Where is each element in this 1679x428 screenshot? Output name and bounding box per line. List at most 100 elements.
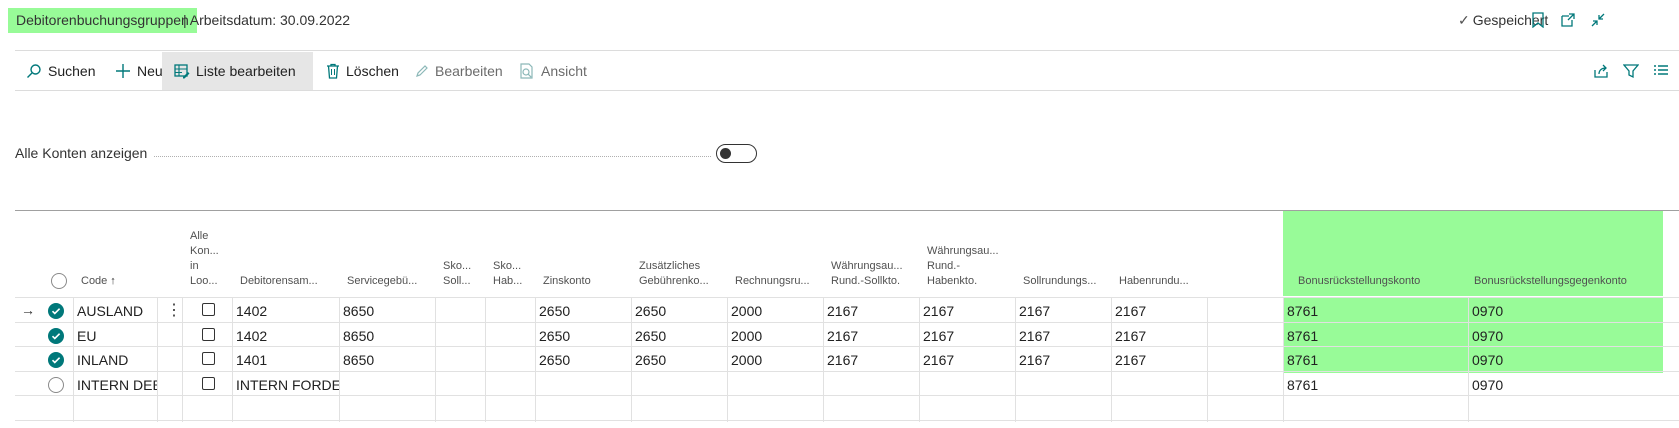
cell-additional-fee[interactable]: 2650 [631,322,727,349]
cell-bonus[interactable]: 8761 [1283,371,1468,398]
collapse-icon[interactable] [1588,10,1608,30]
column-header-currency-debit[interactable]: Währungsau... Rund.-Sollkto. [823,211,919,296]
table-row[interactable]: INTERN DEB INTERN FORDE... 87610970 [15,370,1679,398]
cell-bonus-contra[interactable]: 0970 [1468,371,1663,398]
column-header-discount-debit[interactable]: Sko... Soll... [435,211,485,296]
cell-service[interactable]: 8650 [339,298,435,324]
bookmark-icon[interactable] [1528,10,1548,30]
edit-list-button[interactable]: Liste bearbeiten [162,52,313,90]
cell-bonus[interactable]: 8761 [1283,347,1468,373]
cell-debit-rounding[interactable] [1015,371,1111,398]
cell-additional-fee[interactable] [631,396,727,422]
cell-disc-debit[interactable] [435,396,485,422]
column-header-bonus-contra[interactable]: Bonusrückstellungsgegenkonto [1468,211,1663,296]
column-header-invoice-rounding[interactable]: Rechnungsru... [727,211,823,296]
share-button[interactable] [1593,52,1609,90]
cell-receivables[interactable]: INTERN FORDE... [232,371,339,398]
cell-bonus-contra[interactable] [1468,396,1663,422]
cell-disc-credit[interactable] [485,396,535,422]
row-actions-cell[interactable] [157,347,182,373]
row-actions-cell[interactable] [157,371,182,398]
cell-curr-debit[interactable] [823,371,919,398]
cell-disc-credit[interactable] [485,322,535,349]
cell-bonus[interactable]: 8761 [1283,298,1468,324]
cell-service[interactable] [339,396,435,422]
new-button[interactable]: Neu [115,52,163,90]
cell-additional-fee[interactable]: 2650 [631,347,727,373]
filter-button[interactable] [1623,52,1639,90]
cell-additional-fee[interactable]: 2650 [631,298,727,324]
column-header-debit-rounding[interactable]: Sollrundungs... [1015,211,1111,296]
cell-receivables[interactable] [232,396,339,422]
cell-additional-fee[interactable] [631,371,727,398]
show-all-accounts-toggle[interactable] [716,144,757,163]
cell-credit-rounding[interactable] [1111,371,1207,398]
cell-credit-rounding[interactable] [1111,396,1207,422]
delete-button[interactable]: Löschen [326,52,399,90]
all-accounts-checkbox[interactable] [202,376,215,390]
column-header-interest[interactable]: Zinskonto [535,211,631,296]
more-options-icon[interactable]: ⋮ [166,298,182,324]
select-all-radio[interactable] [51,273,67,289]
column-header-all-accounts[interactable]: Alle Kon... in Loo... [182,211,232,296]
table-row[interactable]: → AUSLAND ⋮ 1402 8650 2650 2650 2000 2167 2167 216… [15,297,1679,324]
cell-curr-debit[interactable]: 2167 [823,322,919,349]
row-actions-cell[interactable] [157,322,182,349]
cell-bonus-contra[interactable]: 0970 [1468,322,1663,349]
row-select-radio[interactable] [48,327,64,344]
cell-credit-rounding[interactable]: 2167 [1111,298,1207,324]
cell-debit-rounding[interactable] [1015,396,1111,422]
table-row[interactable]: INLAND 1401 8650 2650 2650 2000 2167 2167 2167 21… [15,346,1679,373]
cell-receivables[interactable]: 1402 [232,322,339,349]
cell-curr-credit[interactable]: 2167 [919,347,1015,373]
cell-interest[interactable] [535,371,631,398]
all-accounts-checkbox[interactable] [202,303,215,316]
cell-code[interactable]: EU [73,322,157,349]
cell-debit-rounding[interactable]: 2167 [1015,347,1111,373]
cell-receivables[interactable]: 1401 [232,347,339,373]
cell-disc-credit[interactable] [485,371,535,398]
column-header-currency-credit[interactable]: Währungsau... Rund.- Habenkto. [919,211,1015,296]
view-button[interactable]: Ansicht [519,52,587,90]
cell-code[interactable] [73,396,157,422]
search-button[interactable]: Suchen [26,52,95,90]
cell-service[interactable]: 8650 [339,347,435,373]
cell-interest[interactable] [535,396,631,422]
cell-bonus[interactable]: 8761 [1283,322,1468,349]
edit-button[interactable]: Bearbeiten [415,52,503,90]
cell-debit-rounding[interactable]: 2167 [1015,298,1111,324]
cell-bonus[interactable] [1283,396,1468,422]
cell-invoice-rounding[interactable]: 2000 [727,298,823,324]
list-view-button[interactable] [1653,52,1669,90]
open-new-window-icon[interactable] [1558,10,1578,30]
cell-credit-rounding[interactable]: 2167 [1111,347,1207,373]
cell-receivables[interactable]: 1402 [232,298,339,324]
cell-invoice-rounding[interactable] [727,396,823,422]
row-select-radio[interactable] [48,376,64,393]
cell-curr-credit[interactable] [919,371,1015,398]
cell-curr-debit[interactable] [823,396,919,422]
row-select-radio[interactable] [48,352,64,368]
cell-code[interactable]: AUSLAND [73,298,157,324]
cell-curr-credit[interactable]: 2167 [919,298,1015,324]
column-header-receivables[interactable]: Debitorensam... [232,211,339,296]
cell-disc-debit[interactable] [435,322,485,349]
column-header-additional-fee[interactable]: Zusätzliches Gebührenko... [631,211,727,296]
cell-invoice-rounding[interactable]: 2000 [727,322,823,349]
column-header-bonus[interactable]: Bonusrückstellungskonto [1283,211,1468,296]
cell-curr-credit[interactable]: 2167 [919,322,1015,349]
cell-curr-credit[interactable] [919,396,1015,422]
cell-credit-rounding[interactable]: 2167 [1111,322,1207,349]
row-actions-cell[interactable]: ⋮ [157,298,182,324]
cell-interest[interactable]: 2650 [535,322,631,349]
cell-interest[interactable]: 2650 [535,298,631,324]
cell-invoice-rounding[interactable]: 2000 [727,347,823,373]
column-header-code[interactable]: Code ↑ [73,211,173,296]
cell-bonus-contra[interactable]: 0970 [1468,347,1663,373]
column-header-discount-credit[interactable]: Sko... Hab... [485,211,535,296]
table-row[interactable]: EU 1402 8650 2650 2650 2000 2167 2167 2167 2167 87… [15,321,1679,349]
row-actions-cell[interactable] [157,396,182,422]
cell-interest[interactable]: 2650 [535,347,631,373]
cell-debit-rounding[interactable]: 2167 [1015,322,1111,349]
cell-service[interactable] [339,371,435,398]
